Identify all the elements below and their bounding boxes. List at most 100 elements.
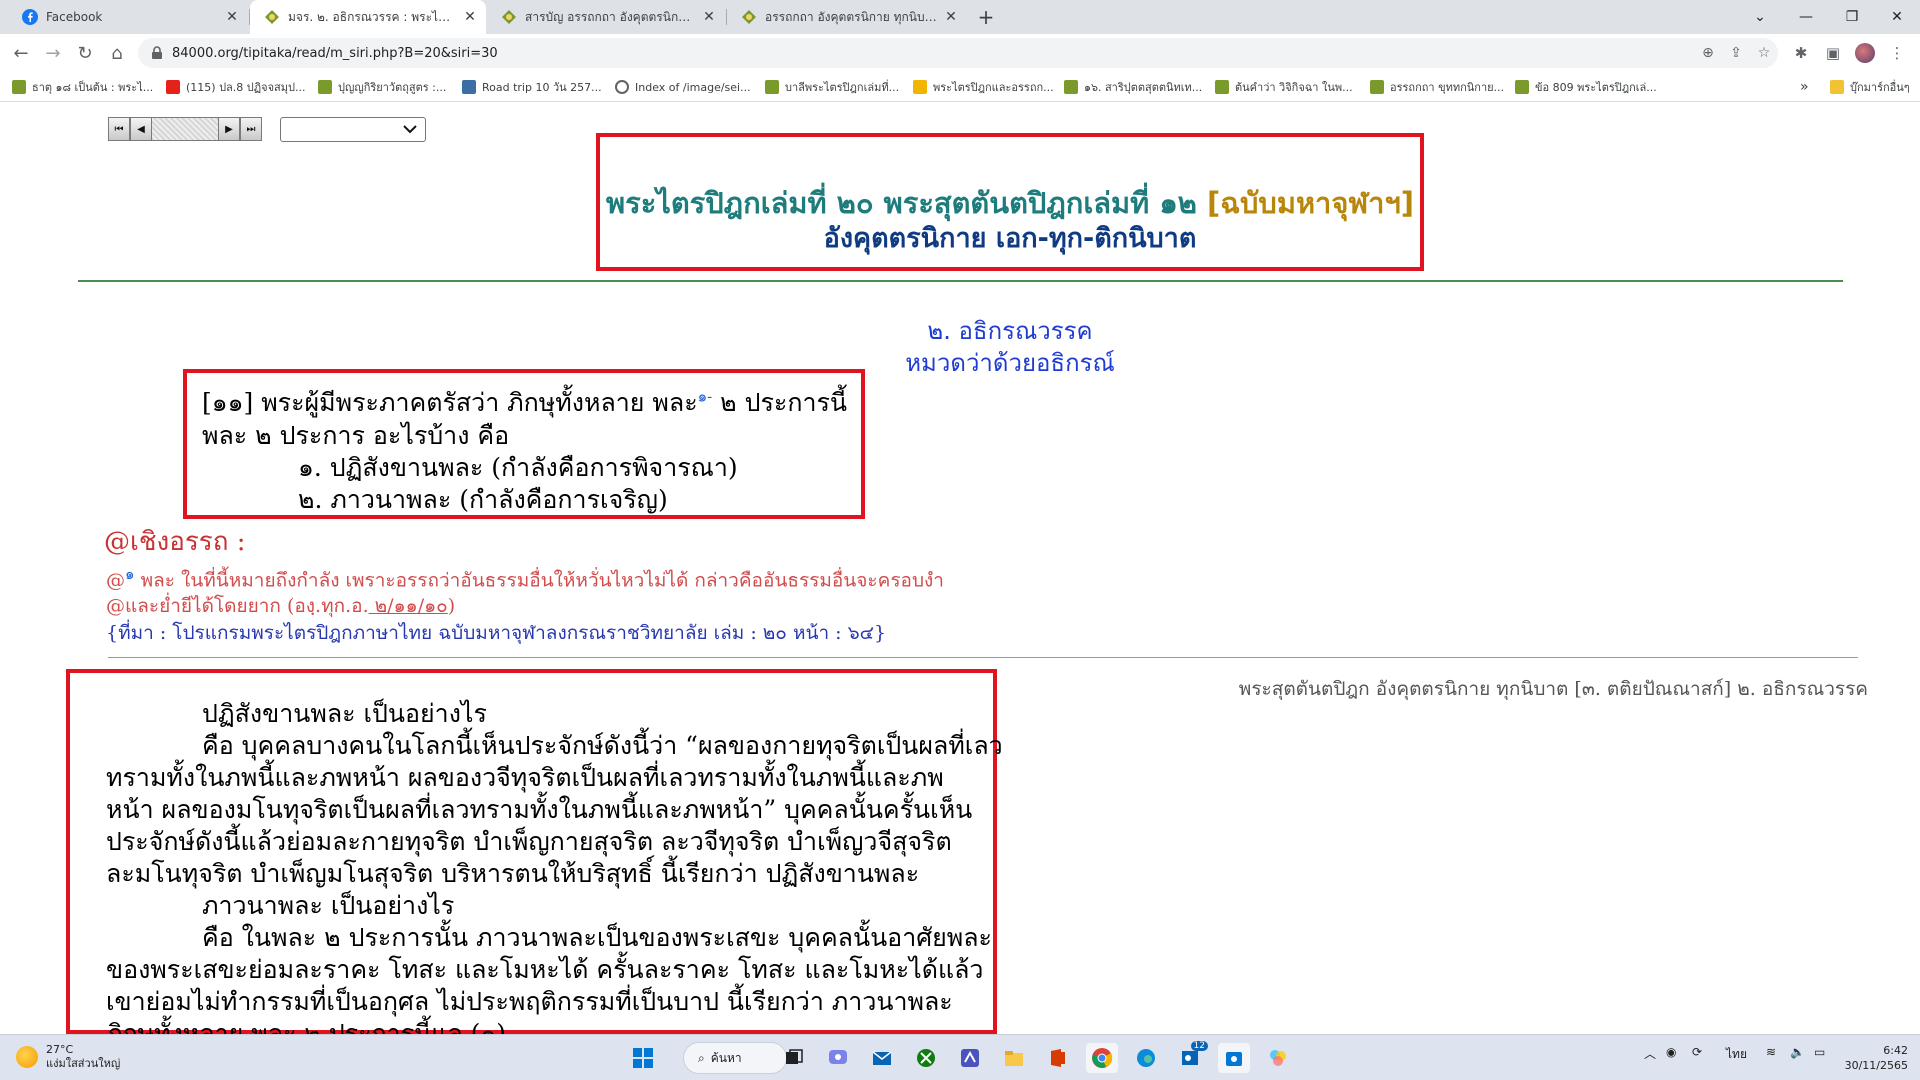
next-page-icon[interactable]: ▶ (218, 117, 240, 141)
other-bookmarks-folder[interactable]: บุ๊กมาร์กอื่นๆ (1830, 77, 1910, 97)
book-edition: [ฉบับมหาจุฬาฯ] (1207, 186, 1414, 220)
close-tab-icon[interactable]: ✕ (462, 9, 478, 25)
bookmark-label: (115) ปล.8 ปฏิจจสมุป... (186, 81, 306, 94)
page-select-dropdown[interactable] (280, 117, 426, 142)
menu-kebab-icon[interactable]: ⋮ (1884, 40, 1910, 66)
bookmark-label: Index of /image/sei... (635, 80, 751, 94)
extensions-icon[interactable]: ✱ (1788, 40, 1814, 66)
tab-atthakatha[interactable]: อรรถกถา อังคุตตรนิกาย ทุกนิบาต ปัฐ ✕ (727, 0, 967, 34)
footnote-text: พละ ในที่นี้หมายถึงกำลัง เพราะอรรถว่าอัน… (134, 569, 944, 592)
bookmark-label: บุ๊กมาร์กอื่นๆ (1850, 81, 1910, 94)
bookmark-item[interactable]: บาลีพระไตรปิฎกเล่มที่... (765, 77, 899, 97)
tab-strip: Facebook ✕ มจร. ๒. อธิกรณวรรค : พระไตรปิ… (0, 0, 1920, 34)
bookmark-label: ๑๖. สาริปุตตสุตตนิทเท... (1084, 81, 1203, 94)
tab-title: อรรถกถา อังคุตตรนิกาย ทุกนิบาต ปัฐ (765, 9, 937, 24)
footnote-reference-link[interactable]: ๒/๑๑/๑๐ (369, 595, 448, 617)
side-panel-icon[interactable]: ▣ (1820, 40, 1846, 66)
chevron-down-icon (403, 125, 417, 134)
bookmark-item[interactable]: Road trip 10 วัน 257... (462, 77, 602, 97)
close-tab-icon[interactable]: ✕ (701, 9, 717, 25)
close-tab-icon[interactable]: ✕ (224, 9, 240, 25)
colorful-app-icon[interactable] (1262, 1043, 1294, 1073)
book-subtitle: อังคุตตรนิกาย เอก-ทุก-ติกนิบาต (823, 223, 1197, 254)
bookmark-item[interactable]: ข้อ 809 พระไตรปิฎกเล่... (1515, 77, 1657, 97)
zoom-icon[interactable]: ⊕ (1694, 39, 1722, 67)
minimize-button[interactable]: — (1783, 0, 1829, 34)
mail-icon[interactable] (866, 1043, 898, 1073)
first-page-icon[interactable]: ⏮ (108, 117, 130, 141)
taskbar-search[interactable]: ⌕ ค้นหา (683, 1042, 787, 1074)
divider (78, 280, 1843, 282)
bookmark-item[interactable]: ปุญญกิริยาวัตถุสูตร :... (318, 77, 446, 97)
sutta-text: ๒ ประการนี้ (712, 388, 848, 417)
tab-facebook[interactable]: Facebook ✕ (8, 0, 248, 34)
teams-chat-icon[interactable] (822, 1043, 854, 1073)
url-text: 84000.org/tipitaka/read/m_siri.php?B=20&… (172, 45, 498, 61)
tipitaka-icon (913, 80, 927, 94)
page-slider-track[interactable] (152, 117, 218, 141)
share-icon[interactable]: ⇪ (1722, 39, 1750, 67)
xbox-icon[interactable] (910, 1043, 942, 1073)
windows-logo-icon (633, 1048, 653, 1068)
task-view-icon[interactable] (778, 1043, 810, 1073)
address-bar[interactable]: 84000.org/tipitaka/read/m_siri.php?B=20&… (138, 38, 1778, 68)
restore-button[interactable]: ❐ (1829, 0, 1875, 34)
office-icon[interactable] (1042, 1043, 1074, 1073)
vscode-like-icon[interactable] (954, 1043, 986, 1073)
close-window-button[interactable]: ✕ (1874, 0, 1920, 34)
bookmarks-overflow-button[interactable]: » (1800, 77, 1809, 97)
bookmark-item[interactable]: อรรถกถา ขุททกนิกาย... (1370, 77, 1504, 97)
back-button[interactable]: ← (6, 38, 36, 68)
bookmark-item[interactable]: ธาตุ ๑๘ เป็นต้น : พระไ... (12, 77, 153, 97)
battery-icon[interactable]: ▭ (1814, 1045, 1825, 1059)
chrome-icon[interactable] (1086, 1043, 1118, 1073)
bookmark-item[interactable]: Index of /image/sei... (615, 77, 751, 97)
sutta-line-4: ๒. ภาวนาพละ (กำลังคือการเจริญ) (298, 485, 668, 514)
sync-icon[interactable]: ⟳ (1692, 1045, 1702, 1059)
temperature: 27°C (46, 1043, 74, 1056)
bookmark-item[interactable]: ๑๖. สาริปุตตสุตตนิทเท... (1064, 77, 1202, 97)
bookmark-item[interactable]: (115) ปล.8 ปฏิจจสมุป... (166, 77, 306, 97)
chrome-tray-icon[interactable]: ◉ (1666, 1045, 1676, 1059)
new-tab-button[interactable]: + (973, 5, 999, 29)
youtube-icon (166, 80, 180, 94)
search-label: ค้นหา (710, 1050, 742, 1065)
tab-search-chevron-icon[interactable]: ⌄ (1737, 0, 1783, 34)
file-explorer-icon[interactable] (998, 1043, 1030, 1073)
tab-active[interactable]: มจร. ๒. อธิกรณวรรค : พระไตรปิฎกเล่ม ✕ (250, 0, 486, 34)
tipitaka-icon (502, 10, 516, 24)
edge-icon[interactable] (1130, 1043, 1162, 1073)
tab-sarabun[interactable]: สารบัญ อรรถกถา อังคุตตรนิกาย ทุกนิบ ✕ (487, 0, 725, 34)
page-content: ⏮ ◀ ▶ ⏭ พระไตรปิฎกเล่มที่ ๒๐ พระสุตตันตป… (0, 103, 1920, 1034)
tipitaka-icon (265, 10, 279, 24)
running-header: พระสุตตันตปิฎก อังคุตตรนิกาย ทุกนิบาต [๓… (1238, 678, 1868, 700)
language-indicator[interactable]: ไทย (1726, 1045, 1747, 1064)
forward-button[interactable]: → (38, 38, 68, 68)
tipitaka-icon (765, 80, 779, 94)
close-tab-icon[interactable]: ✕ (943, 9, 959, 25)
tray-overflow-chevron-icon[interactable]: ︿ (1644, 1045, 1656, 1062)
outlook-icon[interactable]: 12 (1174, 1041, 1208, 1073)
bookmark-label: พระไตรปิฎกและอรรถก... (933, 81, 1054, 94)
clock[interactable]: 6:42 30/11/2565 (1845, 1043, 1908, 1073)
bookmarks-bar: ธาตุ ๑๘ เป็นต้น : พระไ... (115) ปล.8 ปฏิ… (0, 72, 1920, 102)
wifi-icon[interactable]: ≋ (1766, 1045, 1776, 1059)
footnote-marker: ๑ (125, 565, 135, 583)
avatar[interactable] (1852, 40, 1878, 66)
bookmark-label: Road trip 10 วัน 257... (482, 81, 602, 94)
start-button[interactable] (627, 1043, 659, 1073)
tipitaka-icon (1215, 80, 1229, 94)
prev-page-icon[interactable]: ◀ (130, 117, 152, 141)
bookmark-star-icon[interactable]: ☆ (1750, 39, 1778, 67)
footnote-marker[interactable]: ๑- (698, 388, 713, 406)
weather-widget[interactable]: 27°C แง่มใสส่วนใหญ่ (16, 1043, 120, 1071)
bookmark-item[interactable]: พระไตรปิฎกและอรรถก... (913, 77, 1054, 97)
bookmark-item[interactable]: ต้นคำว่า วิจิกิจฉา ในพ... (1215, 77, 1353, 97)
book-title-main: พระไตรปิฎกเล่มที่ ๒๐ พระสุตตันตปิฎกเล่มท… (606, 186, 1197, 220)
last-page-icon[interactable]: ⏭ (240, 117, 262, 141)
clock-time: 6:42 (1883, 1044, 1908, 1057)
home-button[interactable]: ⌂ (102, 38, 132, 68)
volume-icon[interactable]: 🔈 (1790, 1045, 1805, 1059)
reload-button[interactable]: ↻ (70, 38, 100, 68)
store-icon[interactable] (1218, 1043, 1250, 1073)
